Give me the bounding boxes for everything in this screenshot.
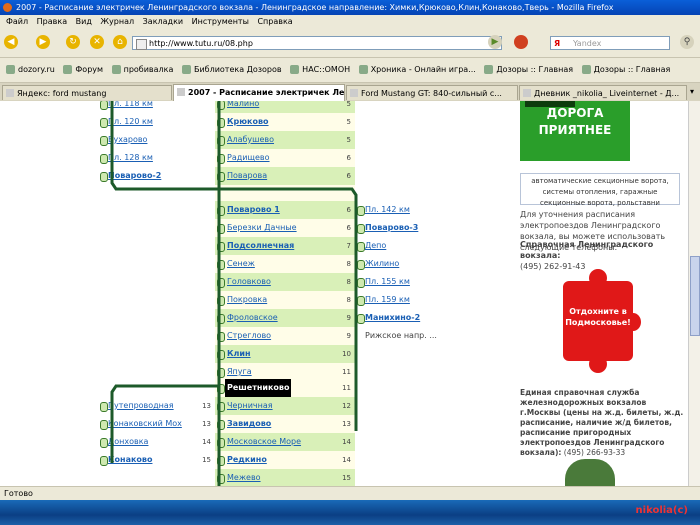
extension-icon[interactable] [514, 35, 528, 49]
ad-banner-road[interactable]: ДОРОГА ПРИЯТНЕЕ [520, 101, 630, 161]
bookmark-item[interactable]: Дозоры :: Главная [581, 58, 670, 82]
taskbar: nikolia(c) [0, 500, 700, 525]
yandex-icon: Я [554, 39, 561, 48]
navigation-toolbar: ◀ ▶ ↻ ✕ ⌂ http://www.tutu.ru/08.php ▶ Я … [0, 29, 700, 58]
go-icon[interactable]: ▶ [488, 35, 502, 49]
bookmark-icon [581, 65, 591, 74]
bookmarks-toolbar: dozory.ru Форум пробивалка Библиотека До… [0, 58, 700, 83]
ad-caption[interactable]: автоматические секционные ворота, систем… [520, 173, 680, 207]
phone-label: Справочная Ленинградского вокзала: [520, 240, 654, 260]
tab-bar: Яндекс: ford mustang 2007 - Расписание э… [0, 83, 700, 101]
info-bold: Единая справочная служба железнодорожных… [520, 388, 684, 457]
menu-edit[interactable]: Правка [37, 17, 67, 26]
bookmark-icon [290, 65, 300, 74]
search-input[interactable]: Я Yandex [550, 36, 670, 50]
tab-yandex[interactable]: Яндекс: ford mustang [2, 85, 172, 100]
bookmark-icon [63, 65, 73, 74]
window-title: 2007 - Расписание электричек Ленинградск… [16, 3, 614, 12]
bookmark-item[interactable]: dozory.ru [6, 58, 55, 82]
reload-icon[interactable]: ↻ [66, 35, 80, 49]
menu-help[interactable]: Справка [257, 17, 292, 26]
li-tab-icon [523, 89, 531, 97]
ad-graphic [525, 101, 575, 107]
menu-tools[interactable]: Инструменты [192, 17, 249, 26]
bookmark-item[interactable]: пробивалка [111, 58, 173, 82]
menu-view[interactable]: Вид [76, 17, 92, 26]
home-icon[interactable]: ⌂ [113, 35, 127, 49]
ad-text: Отдохните в Подмосковье! [565, 307, 631, 327]
tab-liveinternet[interactable]: Дневник _nikolia_ Liveinternet - Д... [519, 85, 687, 100]
upper-branch-line [110, 101, 358, 431]
route-lines [110, 101, 358, 486]
tab-mustang[interactable]: Ford Mustang GT: 840-сильный с... [346, 85, 518, 100]
bookmark-icon [484, 65, 494, 74]
back-icon[interactable]: ◀ [4, 35, 18, 49]
search-go-icon[interactable]: ⚲ [680, 35, 694, 49]
info-text-2: Единая справочная служба железнодорожных… [520, 388, 685, 458]
stop-icon[interactable]: ✕ [90, 35, 104, 49]
window-titlebar: 2007 - Расписание электричек Ленинградск… [0, 0, 700, 15]
watermark: nikolia(c) [635, 505, 688, 516]
search-placeholder: Yandex [573, 39, 602, 48]
forward-icon[interactable]: ▶ [36, 35, 50, 49]
bookmark-item[interactable]: Дозоры :: Главная [484, 58, 573, 82]
menu-history[interactable]: Журнал [100, 17, 134, 26]
page-content: Пл. 118 км Пл. 120 км Бухарово Пл. 128 к… [0, 101, 688, 486]
bookmark-icon [111, 65, 121, 74]
address-url: http://www.tutu.ru/08.php [149, 39, 253, 48]
ad-banner-rest[interactable]: Отдохните в Подмосковье! [545, 261, 645, 381]
menu-file[interactable]: Файл [6, 17, 28, 26]
bookmark-item[interactable]: Хроника - Онлайн игра... [358, 58, 476, 82]
tab-schedule[interactable]: 2007 - Расписание электричек Ле... [173, 84, 345, 101]
lower-branch-line [110, 384, 219, 463]
status-text: Готово [4, 489, 33, 498]
bookmark-item[interactable]: НАС::ОМОН [290, 58, 350, 82]
bookmark-icon [181, 65, 191, 74]
menu-bookmarks[interactable]: Закладки [143, 17, 183, 26]
ad-banner-bottom[interactable] [565, 459, 615, 486]
sidebar: ДОРОГА ПРИЯТНЕЕ автоматические секционны… [515, 101, 688, 486]
address-bar[interactable]: http://www.tutu.ru/08.php [132, 36, 502, 50]
bookmark-item[interactable]: Библиотека Дозоров [181, 58, 282, 82]
tab-list-icon[interactable]: ▾ [690, 87, 694, 96]
bookmark-icon [6, 65, 15, 74]
page-tab-icon [177, 88, 185, 96]
bookmark-icon [358, 65, 368, 74]
phone-number: (495) 266-93-33 [563, 448, 626, 457]
vertical-scrollbar[interactable] [688, 101, 700, 486]
firefox-icon [3, 3, 12, 12]
page-tab-icon [350, 89, 358, 97]
yandex-tab-icon [6, 89, 14, 97]
bookmark-item[interactable]: Форум [63, 58, 103, 82]
status-bar: Готово [0, 486, 700, 500]
page-icon [136, 39, 147, 50]
scrollbar-thumb[interactable] [690, 256, 700, 336]
menu-bar: Файл Правка Вид Журнал Закладки Инструме… [0, 15, 700, 29]
